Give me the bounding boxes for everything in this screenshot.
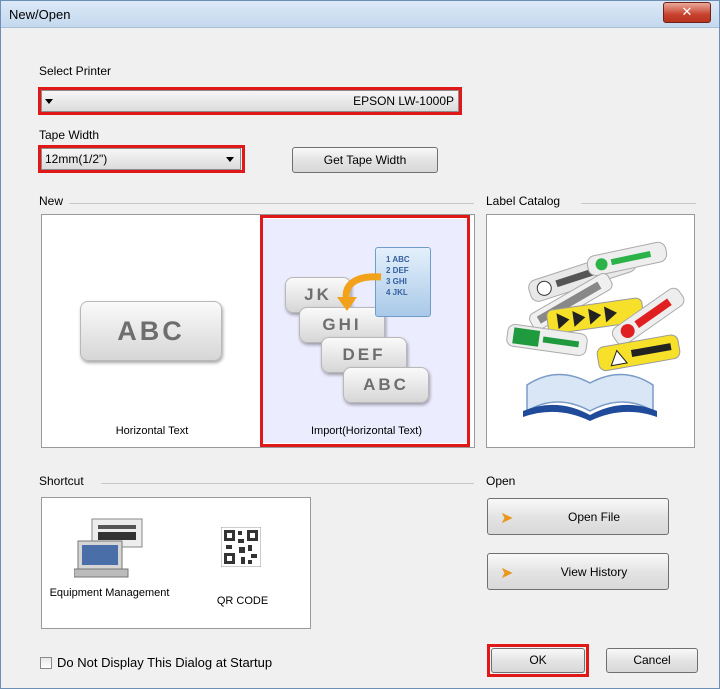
ok-button[interactable]: OK <box>491 648 585 673</box>
startup-checkbox-label[interactable]: Do Not Display This Dialog at Startup <box>57 655 272 670</box>
label-catalog-label: Label Catalog <box>486 194 561 208</box>
doc-line: 2 DEF <box>386 266 409 275</box>
close-button[interactable]: ✕ <box>663 2 711 23</box>
equipment-management-icon <box>74 518 143 578</box>
abc-label-icon: ABC <box>80 301 222 361</box>
open-file-button[interactable]: ➤ Open File <box>487 498 669 535</box>
dialog-window: New/Open ✕ Select Printer EPSON LW-1000P… <box>0 0 720 689</box>
printer-select-value: EPSON LW-1000P <box>353 94 454 108</box>
abc-card-text: ABC <box>117 316 185 346</box>
card-text: GHI <box>322 315 362 334</box>
horizontal-text-label: Horizontal Text <box>115 425 189 437</box>
card-text: DEF <box>342 345 386 364</box>
view-history-label: View History <box>560 565 628 579</box>
doc-line: 1 ABC <box>386 255 410 264</box>
startup-checkbox[interactable] <box>40 657 52 669</box>
label-catalog-book-icon <box>506 241 685 421</box>
open-file-icon: ➤ <box>500 510 514 527</box>
new-section-label: New <box>39 194 64 208</box>
printer-select[interactable]: EPSON LW-1000P <box>41 90 459 112</box>
horizontal-text-tile[interactable]: ABC Horizontal Text <box>46 219 258 443</box>
qr-code-label: QR CODE <box>216 595 269 607</box>
select-printer-label: Select Printer <box>39 64 112 78</box>
dropdown-arrow-icon <box>45 99 53 104</box>
catalog-divider <box>581 203 696 204</box>
cancel-button[interactable]: Cancel <box>606 648 698 673</box>
open-file-label: Open File <box>567 510 621 524</box>
title-bar[interactable]: New/Open ✕ <box>1 1 719 28</box>
qr-code-tile[interactable]: QR CODE <box>179 503 306 623</box>
shortcut-panel: Equipment Management QR CODE <box>41 497 311 629</box>
label-catalog-panel[interactable] <box>486 214 695 448</box>
import-horizontal-text-label: Import(Horizontal Text) <box>310 425 423 437</box>
qr-code-icon <box>221 527 261 567</box>
tape-width-value: 12mm(1/2") <box>45 152 108 166</box>
shortcut-divider <box>101 483 474 484</box>
equipment-management-tile[interactable]: Equipment Management <box>47 503 172 623</box>
new-divider <box>69 203 474 204</box>
close-icon: ✕ <box>681 4 693 19</box>
get-tape-width-button[interactable]: Get Tape Width <box>292 147 438 173</box>
tape-width-label: Tape Width <box>39 128 100 142</box>
equipment-management-label: Equipment Management <box>49 587 170 599</box>
card-text: JK <box>304 285 332 304</box>
view-history-icon: ➤ <box>500 565 514 582</box>
import-arrow-icon <box>337 273 382 311</box>
doc-line: 4 JKL <box>386 288 408 297</box>
dropdown-arrow-icon <box>226 157 234 162</box>
doc-line: 3 GHI <box>386 277 407 286</box>
card-text: ABC <box>363 375 409 394</box>
tape-width-select[interactable]: 12mm(1/2") <box>41 148 241 170</box>
dialog-body: Select Printer EPSON LW-1000P Tape Width… <box>9 31 711 681</box>
view-history-button[interactable]: ➤ View History <box>487 553 669 590</box>
shortcut-section-label: Shortcut <box>39 474 84 488</box>
window-title: New/Open <box>9 7 71 22</box>
abc-card-icon: ABC <box>343 367 429 403</box>
open-section-label: Open <box>486 474 516 488</box>
new-panel: ABC Horizontal Text JK GHI DEF ABC 1 ABC… <box>41 214 475 448</box>
import-horizontal-text-tile[interactable]: JK GHI DEF ABC 1 ABC 2 DEF 3 GHI 4 JKL I… <box>263 219 470 443</box>
